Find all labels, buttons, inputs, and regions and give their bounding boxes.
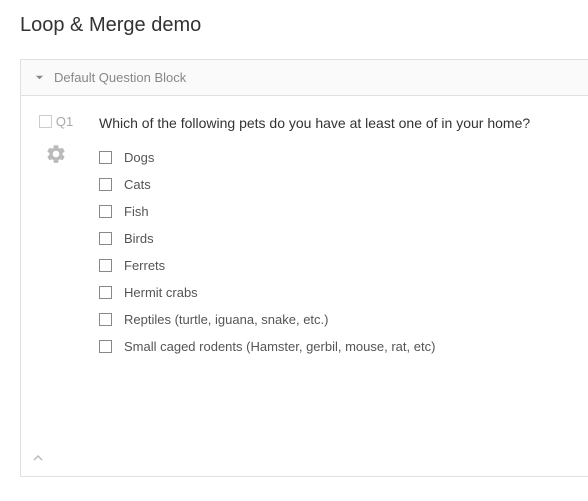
- question-block: Default Question Block Q1 Which of the f…: [20, 59, 588, 477]
- choice-option[interactable]: Dogs: [99, 150, 574, 165]
- checkbox-icon: [99, 259, 112, 272]
- question-select-checkbox[interactable]: [39, 115, 52, 128]
- question-text[interactable]: Which of the following pets do you have …: [99, 114, 574, 134]
- choice-label: Small caged rodents (Hamster, gerbil, mo…: [124, 339, 435, 354]
- question-body: Which of the following pets do you have …: [81, 114, 574, 466]
- question-id-label: Q1: [56, 114, 73, 129]
- checkbox-icon: [99, 205, 112, 218]
- choice-label: Cats: [124, 177, 151, 192]
- caret-down-icon: [35, 73, 44, 82]
- question-sidebar: Q1: [31, 114, 81, 466]
- choice-option[interactable]: Hermit crabs: [99, 285, 574, 300]
- choice-label: Dogs: [124, 150, 154, 165]
- question-row: Q1 Which of the following pets do you ha…: [21, 96, 588, 476]
- choice-label: Reptiles (turtle, iguana, snake, etc.): [124, 312, 329, 327]
- choice-label: Birds: [124, 231, 154, 246]
- checkbox-icon: [99, 232, 112, 245]
- checkbox-icon: [99, 178, 112, 191]
- checkbox-icon: [99, 313, 112, 326]
- choice-option[interactable]: Birds: [99, 231, 574, 246]
- choice-option[interactable]: Reptiles (turtle, iguana, snake, etc.): [99, 312, 574, 327]
- choice-option[interactable]: Cats: [99, 177, 574, 192]
- block-header[interactable]: Default Question Block: [21, 60, 588, 96]
- checkbox-icon: [99, 151, 112, 164]
- checkbox-icon: [99, 340, 112, 353]
- choice-option[interactable]: Small caged rodents (Hamster, gerbil, mo…: [99, 339, 574, 354]
- choice-option[interactable]: Ferrets: [99, 258, 574, 273]
- block-title: Default Question Block: [54, 70, 186, 85]
- choice-label: Fish: [124, 204, 149, 219]
- checkbox-icon: [99, 286, 112, 299]
- caret-up-icon[interactable]: [33, 450, 43, 468]
- gear-icon[interactable]: [45, 143, 67, 170]
- choice-label: Ferrets: [124, 258, 165, 273]
- choice-option[interactable]: Fish: [99, 204, 574, 219]
- page-title: Loop & Merge demo: [0, 0, 588, 59]
- choice-label: Hermit crabs: [124, 285, 198, 300]
- question-id-group: Q1: [39, 114, 73, 129]
